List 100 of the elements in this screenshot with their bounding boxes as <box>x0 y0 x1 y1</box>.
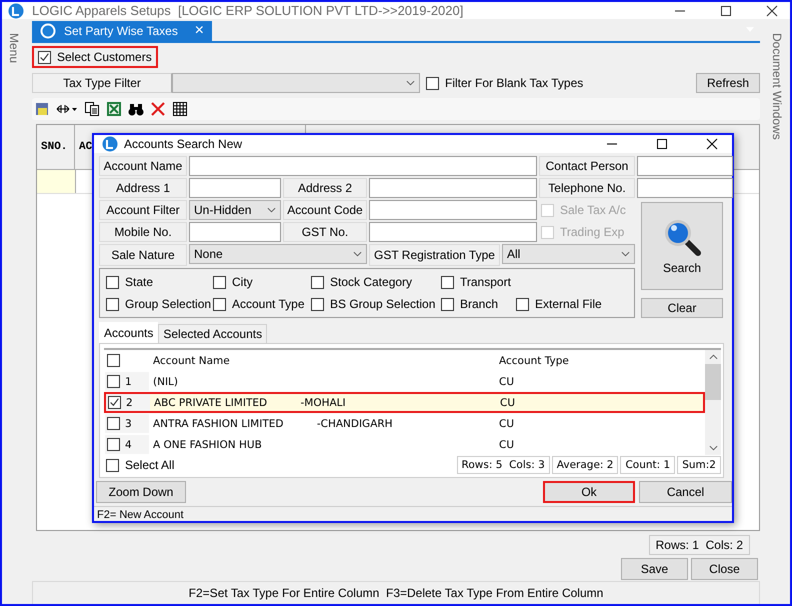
column-header[interactable]: Account Name <box>149 354 499 366</box>
table-cell-text: (NIL) <box>152 376 179 388</box>
row-number: 4 <box>125 438 132 450</box>
field-label: Account Name <box>99 156 187 176</box>
account-code-field[interactable] <box>369 200 537 220</box>
checkbox-label: Sale Tax A/c <box>560 203 626 217</box>
field-label: Account Code <box>283 200 367 220</box>
checkbox-label: Trading Exp <box>560 225 624 239</box>
checkbox[interactable] <box>213 298 226 310</box>
row-number: 2 <box>126 396 133 408</box>
binoculars-icon[interactable] <box>128 101 144 117</box>
field-label: Mobile No. <box>99 222 187 242</box>
checkbox-label: Account Type <box>232 297 304 311</box>
delete-icon[interactable] <box>150 101 166 117</box>
mobile-field[interactable] <box>189 222 281 242</box>
checkbox[interactable] <box>107 375 120 388</box>
logo-icon <box>40 23 56 39</box>
current-cell[interactable] <box>37 170 76 193</box>
checkbox-label: State <box>125 275 154 289</box>
scroll-down-icon[interactable] <box>708 445 718 451</box>
cancel-button[interactable]: Cancel <box>639 481 732 503</box>
field-label: Contact Person <box>539 156 635 176</box>
scroll-up-icon[interactable] <box>708 354 718 360</box>
table-cell-text: ABC PRIVATE LIMITED -MOHALI <box>153 396 347 408</box>
checkbox[interactable] <box>106 458 119 472</box>
grid-icon[interactable] <box>172 101 188 117</box>
checkbox[interactable] <box>107 354 120 367</box>
checkbox[interactable] <box>426 76 439 90</box>
checkbox[interactable] <box>516 298 529 310</box>
address-field[interactable] <box>369 178 537 198</box>
copy-icon[interactable] <box>84 101 100 117</box>
dialog-title: Accounts Search New <box>124 137 242 151</box>
ok-button[interactable]: Ok <box>543 481 635 503</box>
checkbox[interactable] <box>441 276 454 288</box>
refresh-button[interactable]: Refresh <box>696 73 760 93</box>
clear-button[interactable]: Clear <box>641 298 723 318</box>
checkbox-label: Filter For Blank Tax Types <box>445 76 584 90</box>
checkbox-label: BS Group Selection <box>330 297 436 311</box>
search-button[interactable]: Search <box>641 202 723 290</box>
database-icon[interactable] <box>34 101 50 117</box>
checkmark-icon <box>39 52 50 62</box>
contact-person-field[interactable] <box>637 156 733 176</box>
close-icon[interactable] <box>766 4 778 16</box>
list-row[interactable]: 1 (NIL) CU <box>104 371 705 392</box>
checkbox[interactable] <box>311 276 324 288</box>
select-customers-checkbox[interactable]: Select Customers <box>32 46 158 68</box>
checkbox[interactable] <box>311 298 324 310</box>
maximize-icon[interactable] <box>720 4 732 16</box>
table-cell-text: CU <box>499 418 516 430</box>
field-label: Sale Nature <box>99 244 187 266</box>
sale-nature-dropdown[interactable]: None <box>189 244 367 264</box>
list-row[interactable]: 4 A ONE FASHION HUB CU <box>104 434 705 455</box>
spreadsheet-icon[interactable] <box>106 101 122 117</box>
tab[interactable]: Selected Accounts <box>158 324 268 343</box>
save-button[interactable]: Save <box>621 558 688 580</box>
summary-cell: Average: 2 <box>552 456 618 474</box>
summary-cell: Sum:2 <box>677 456 721 474</box>
gst-number-field[interactable] <box>369 222 537 242</box>
summary-cell: Count: 1 <box>620 456 676 474</box>
magnifier-icon <box>662 217 702 257</box>
telephone-field[interactable] <box>637 178 733 198</box>
zoom-down-button[interactable]: Zoom Down <box>96 481 186 503</box>
table-cell-text: A ONE FASHION HUB <box>152 438 263 450</box>
list-row[interactable]: 2 ABC PRIVATE LIMITED -MOHALI CU <box>104 392 705 413</box>
checkbox-label: Branch <box>460 297 498 311</box>
table-cell-text: CU <box>499 438 516 450</box>
field-label: GST No. <box>283 222 367 242</box>
checkbox[interactable] <box>106 276 119 288</box>
account-name-field[interactable] <box>189 156 537 176</box>
maximize-icon[interactable] <box>656 138 668 150</box>
column-header[interactable]: SNO. <box>37 125 75 169</box>
checkbox[interactable] <box>108 396 121 409</box>
checkbox[interactable] <box>107 438 120 451</box>
close-icon[interactable] <box>706 138 718 150</box>
status-bar: F2=Set Tax Type For Entire Column F3=Delete Tax Type From Entire Column <box>32 581 760 604</box>
gst-registration-dropdown[interactable]: All <box>502 244 635 264</box>
field-label: Account Filter <box>99 200 187 220</box>
checkbox[interactable] <box>213 276 226 288</box>
checkbox[interactable] <box>106 298 119 310</box>
grid-summary: Rows: 1 Cols: 2 <box>648 535 750 555</box>
close-button[interactable]: Close <box>691 558 758 580</box>
tab[interactable]: Accounts <box>99 322 158 343</box>
scrollbar[interactable] <box>705 350 721 455</box>
field-label: Telephone No. <box>539 178 635 198</box>
checkbox-label: Select All <box>125 458 174 472</box>
account-filter-dropdown[interactable]: Un-Hidden <box>189 200 281 220</box>
document-tab[interactable]: Set Party Wise Taxes × <box>32 21 212 41</box>
list-row[interactable]: 3 ANTRA FASHION LIMITED -CHANDIGARH CU <box>104 413 705 434</box>
checkbox-label: Stock Category <box>330 275 412 289</box>
table-cell-text: ANTRA FASHION LIMITED -CHANDIGARH <box>152 418 394 430</box>
checkbox[interactable] <box>441 298 454 310</box>
checkbox-label: External File <box>535 297 602 311</box>
window-title: LOGIC Apparels Setups [LOGIC ERP SOLUTION PVT LTD->>2019-2020] <box>32 3 464 18</box>
checkbox-label: Transport <box>460 275 511 289</box>
checkbox[interactable] <box>107 417 120 430</box>
address-field[interactable] <box>189 178 281 198</box>
field-label: Address 2 <box>283 178 367 198</box>
row-number: 3 <box>125 418 132 430</box>
column-header[interactable]: Account Type <box>499 354 704 366</box>
table-cell-text: CU <box>500 396 516 408</box>
